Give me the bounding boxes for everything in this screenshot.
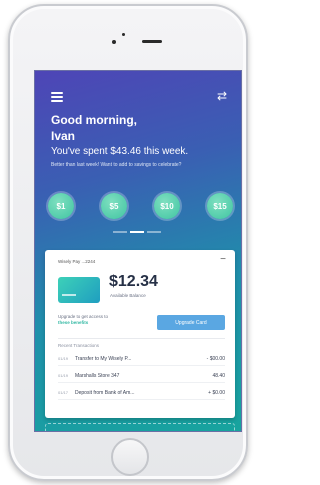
transaction-description: Deposit from Bank of Am... bbox=[75, 389, 135, 396]
recent-transactions-label: Recent Transactions bbox=[58, 343, 100, 348]
balance-amount: $12.34 bbox=[109, 273, 158, 290]
home-button[interactable] bbox=[111, 438, 149, 476]
link-icon[interactable]: ⇄ bbox=[217, 89, 227, 103]
page-dot[interactable] bbox=[147, 231, 161, 233]
transaction-amount: + $0.00 bbox=[208, 389, 225, 396]
transaction-date: 01/19 bbox=[58, 356, 69, 361]
divider bbox=[58, 338, 225, 339]
collapse-icon[interactable]: − bbox=[220, 254, 226, 265]
savings-amounts: $1 $5 $10 $15 bbox=[48, 193, 233, 219]
camera-dot bbox=[112, 40, 116, 44]
amount-15-button[interactable]: $15 bbox=[207, 193, 233, 219]
savings-hint: Better than last week! Want to add to sa… bbox=[51, 162, 182, 168]
next-card-placeholder bbox=[45, 423, 235, 431]
app-screen: ⇄ Good morning, Ivan You've spent $43.46… bbox=[34, 70, 242, 432]
amount-1-button[interactable]: $1 bbox=[48, 193, 74, 219]
transaction-amount: - $00.00 bbox=[206, 355, 225, 362]
amount-10-button[interactable]: $10 bbox=[154, 193, 180, 219]
account-name: Wisely Pay ...2244 bbox=[58, 259, 96, 264]
greeting: Good morning, Ivan bbox=[51, 112, 137, 144]
upgrade-text: Upgrade to get access to these benefits bbox=[58, 314, 138, 326]
transaction-date: 01/19 bbox=[58, 373, 69, 378]
transaction-row[interactable]: 01/19 Marshalls Store 347 48.40 bbox=[58, 369, 225, 383]
earpiece bbox=[142, 40, 162, 43]
phone-frame: ⇄ Good morning, Ivan You've spent $43.46… bbox=[8, 4, 248, 481]
transaction-row[interactable]: 01/19 Transfer to My Wisely P... - $00.0… bbox=[58, 352, 225, 366]
transaction-date: 01/17 bbox=[58, 390, 69, 395]
transaction-amount: 48.40 bbox=[212, 372, 225, 379]
page-indicator bbox=[113, 231, 161, 233]
greeting-line: Good morning, bbox=[51, 113, 137, 127]
user-name: Ivan bbox=[51, 129, 76, 143]
page-dot[interactable] bbox=[113, 231, 127, 233]
menu-icon[interactable] bbox=[51, 92, 63, 102]
page-dot-active[interactable] bbox=[130, 231, 144, 233]
balance-label: Available Balance bbox=[110, 293, 146, 298]
upgrade-card-button[interactable]: Upgrade Card bbox=[157, 315, 225, 330]
transaction-description: Transfer to My Wisely P... bbox=[75, 355, 132, 362]
benefits-link[interactable]: these benefits bbox=[58, 320, 138, 326]
front-camera bbox=[122, 33, 125, 36]
transaction-row[interactable]: 01/17 Deposit from Bank of Am... + $0.00 bbox=[58, 386, 225, 400]
account-card: Wisely Pay ...2244 − $12.34 Available Ba… bbox=[45, 250, 235, 418]
upgrade-description: Upgrade to get access to bbox=[58, 314, 109, 319]
credit-card-image bbox=[58, 277, 100, 303]
transaction-description: Marshalls Store 347 bbox=[75, 372, 120, 379]
amount-5-button[interactable]: $5 bbox=[101, 193, 127, 219]
weekly-spent: You've spent $43.46 this week. bbox=[51, 146, 189, 157]
